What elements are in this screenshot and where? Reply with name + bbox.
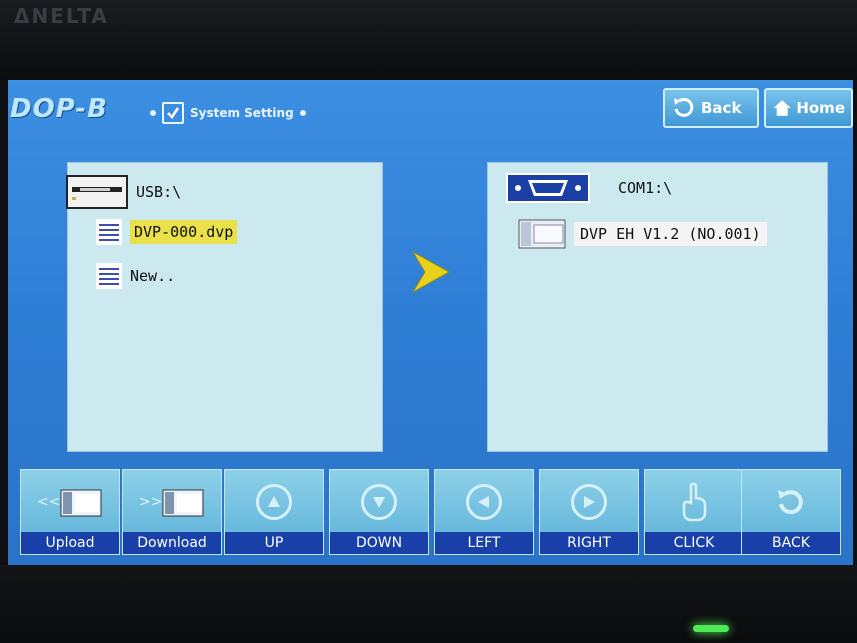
plc-device-icon (518, 219, 566, 249)
device-item[interactable]: DVP EH V1.2 (NO.001) (518, 219, 767, 249)
download-button-label: Download (123, 532, 221, 554)
com-port-row[interactable]: COM1:\ (506, 173, 672, 203)
back-button[interactable]: Back (663, 88, 759, 128)
source-file-panel: USB:\ DVP-000.dvp New.. (66, 162, 383, 452)
transfer-arrow-icon (411, 250, 451, 294)
undo-icon (674, 97, 694, 117)
file-item-label: New.. (130, 267, 176, 285)
file-item[interactable]: New.. (96, 263, 175, 289)
upload-button[interactable]: << Upload (20, 469, 120, 555)
download-button[interactable]: >> Download (122, 469, 222, 555)
breadcrumb-title: System Setting (190, 106, 294, 120)
arrow-up-icon (256, 484, 292, 520)
upload-icon: << (37, 489, 102, 517)
back-button-label: Back (701, 99, 742, 117)
file-item-label: DVP-000.dvp (130, 220, 238, 244)
file-icon (96, 263, 122, 289)
usb-drive-label: USB:\ (136, 183, 182, 201)
device-bezel-top: ΔNELTA (0, 0, 857, 80)
serial-port-icon (506, 173, 590, 203)
bottom-toolbar: << Upload >> Download UP DOWN LEFT RIGHT… (8, 465, 853, 565)
arrow-down-icon (361, 484, 397, 520)
up-button[interactable]: UP (224, 469, 324, 555)
back-nav-button[interactable]: BACK (741, 469, 841, 555)
home-button[interactable]: Home (764, 88, 853, 128)
left-button[interactable]: LEFT (434, 469, 534, 555)
device-item-label: DVP EH V1.2 (NO.001) (574, 222, 767, 246)
back-nav-button-label: BACK (742, 532, 840, 554)
up-button-label: UP (225, 532, 323, 554)
arrow-right-icon (571, 484, 607, 520)
usb-drive-row[interactable]: USB:\ (66, 175, 181, 209)
bullet-icon (150, 110, 156, 116)
target-device-panel: COM1:\ DVP EH V1.2 (NO.001) (487, 162, 828, 452)
device-bezel-bottom (0, 565, 857, 643)
breadcrumb: System Setting (150, 102, 306, 124)
right-button-label: RIGHT (540, 532, 638, 554)
download-icon: >> (139, 489, 204, 517)
svg-text:<<: << (37, 494, 60, 510)
down-button[interactable]: DOWN (329, 469, 429, 555)
click-button-label: CLICK (645, 532, 743, 554)
hmi-screen: DOP-B System Setting Back Home USB:\ DVP… (8, 80, 853, 565)
com-port-label: COM1:\ (618, 179, 673, 197)
brand-logo: ΔNELTA (14, 4, 109, 28)
checkbox-icon (162, 102, 184, 124)
home-icon (773, 100, 791, 116)
status-led (693, 625, 729, 632)
down-button-label: DOWN (330, 532, 428, 554)
file-item[interactable]: DVP-000.dvp (96, 219, 238, 245)
usb-drive-icon (66, 175, 128, 209)
undo-icon (778, 490, 803, 515)
click-button[interactable]: CLICK (644, 469, 744, 555)
upload-button-label: Upload (21, 532, 119, 554)
bullet-icon (299, 110, 306, 116)
product-logo: DOP-B (10, 94, 108, 124)
hand-pointer-icon (682, 482, 707, 522)
arrow-left-icon (466, 484, 502, 520)
svg-text:>>: >> (139, 494, 162, 510)
file-icon (96, 219, 122, 245)
home-button-label: Home (796, 99, 845, 117)
right-button[interactable]: RIGHT (539, 469, 639, 555)
left-button-label: LEFT (435, 532, 533, 554)
